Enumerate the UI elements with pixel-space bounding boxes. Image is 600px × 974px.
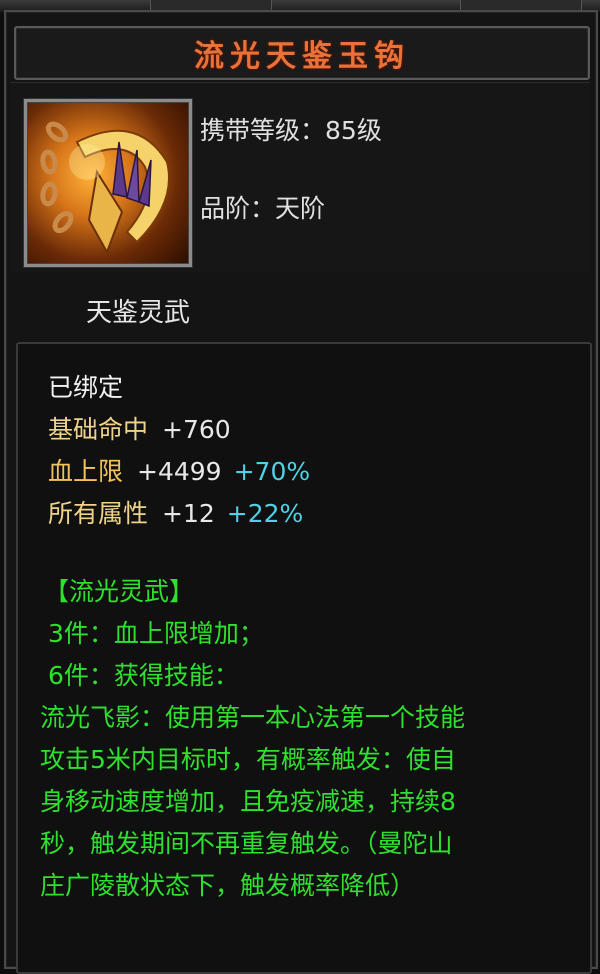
stat-value: +760 <box>162 415 231 444</box>
quality-label: 品阶 <box>200 194 251 223</box>
stat-row: 基础命中 +760 <box>48 410 231 446</box>
stat-percent: +22% <box>226 499 304 528</box>
set-piece-3: 3件：血上限增加； <box>48 619 264 648</box>
item-header: 携带等级：85级 品阶：天阶 <box>10 82 590 273</box>
set-desc-line: 攻击5米内目标时，有概率触发：使自 <box>40 745 456 774</box>
quality: 品阶：天阶 <box>200 189 325 225</box>
set-desc-line: 秒，触发期间不再重复触发。（曼陀山 <box>40 829 453 858</box>
series-name: 天鉴灵武 <box>86 298 191 328</box>
quality-value: 天阶 <box>275 194 326 223</box>
stat-value: +4499 <box>137 457 222 486</box>
stat-value: +12 <box>162 499 215 528</box>
separator: ： <box>300 116 326 145</box>
carry-level: 携带等级：85级 <box>200 111 382 147</box>
set-title: 【流光灵武】 <box>44 577 195 606</box>
set-desc-line: 身移动速度增加，且免疫减速，持续8 <box>40 787 456 816</box>
stat-row: 所有属性 +12 +22% <box>48 494 303 530</box>
stat-row: 血上限 +4499 +70% <box>48 452 310 488</box>
carry-level-label: 携带等级 <box>200 116 301 145</box>
set-desc-line: 流光飞影：使用第一本心法第一个技能 <box>40 703 466 732</box>
title-bar: 流光天鉴玉钩 <box>14 26 590 80</box>
separator: ： <box>250 194 276 223</box>
bound-status: 已绑定 <box>48 373 124 402</box>
stat-label: 血上限 <box>48 457 124 486</box>
set-piece-6: 6件：获得技能： <box>48 661 239 690</box>
stat-label: 所有属性 <box>48 499 149 528</box>
item-name: 流光天鉴玉钩 <box>194 39 410 74</box>
item-tooltip: 流光天鉴玉钩 携带等级：85级 品阶：天阶 天鉴灵武 已绑定 基础命中 +760… <box>4 10 598 974</box>
item-details: 已绑定 基础命中 +760 血上限 +4499 +70% 所有属性 +12 +22% 【流… <box>16 342 592 974</box>
carry-level-value: 85级 <box>325 116 382 145</box>
stat-percent: +70% <box>233 457 311 486</box>
stat-label: 基础命中 <box>48 415 149 444</box>
set-desc-line: 庄广陵散状态下，触发概率降低） <box>40 871 416 900</box>
golden-hook-chain-icon[interactable] <box>24 99 192 267</box>
